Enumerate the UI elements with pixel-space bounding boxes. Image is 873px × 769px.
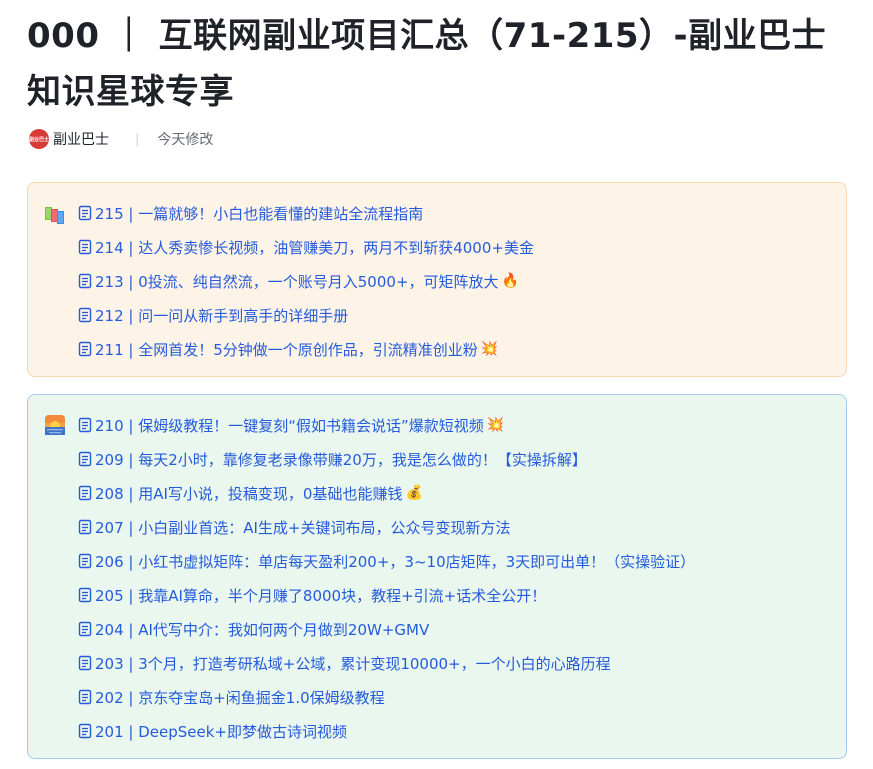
doc-link-item[interactable]: 213 | 0投流、纯自然流，一个账号月入5000+，可矩阵放大 🔥 (78, 264, 836, 298)
doc-link-item[interactable]: 206 | 小红书虚拟矩阵：单店每天盈利200+，3~10店矩阵，3天即可出单！… (78, 544, 836, 578)
doc-link-item[interactable]: 204 | AI代写中介：我如何两个月做到20W+GMV (78, 612, 836, 646)
author-avatar[interactable]: 副业巴士 (29, 129, 49, 149)
document-icon (78, 307, 92, 323)
doc-link-text[interactable]: 213 | 0投流、纯自然流，一个账号月入5000+，可矩阵放大 (95, 271, 499, 292)
doc-link-text[interactable]: 210 | 保姆级教程！一键复刻“假如书籍会说话”爆款短视频 (95, 415, 484, 436)
document-icon (78, 655, 92, 671)
emoji-icon: 💥 (480, 341, 499, 357)
document-icon (78, 239, 92, 255)
doc-link-item[interactable]: 214 | 达人秀卖惨长视频，油管赚美刀，两月不到斩获4000+美金 (78, 230, 836, 264)
document-icon (78, 553, 92, 569)
page-title: 000 ｜ 互联网副业项目汇总（71-215）-副业巴士知识星球专享 (27, 16, 827, 112)
doc-link-item[interactable]: 203 | 3个月，打造考研私域+公域，累计变现10000+，一个小白的心路历程 (78, 646, 836, 680)
doc-link-text[interactable]: 206 | 小红书虚拟矩阵：单店每天盈利200+，3~10店矩阵，3天即可出单！… (95, 551, 695, 572)
doc-link-text[interactable]: 214 | 达人秀卖惨长视频，油管赚美刀，两月不到斩获4000+美金 (95, 237, 534, 258)
doc-link-text[interactable]: 202 | 京东夺宝岛+闲鱼掘金1.0保姆级教程 (95, 687, 385, 708)
emoji-icon: 🔥 (501, 273, 519, 289)
doc-link-text[interactable]: 215 | 一篇就够！小白也能看懂的建站全流程指南 (95, 203, 423, 224)
callout-block-green: 210 | 保姆级教程！一键复刻“假如书籍会说话”爆款短视频 💥 209 | 每天2… (27, 394, 847, 759)
doc-link-text[interactable]: 204 | AI代写中介：我如何两个月做到20W+GMV (95, 619, 429, 640)
sunrise-icon[interactable] (44, 414, 66, 436)
doc-link-text[interactable]: 203 | 3个月，打造考研私域+公域，累计变现10000+，一个小白的心路历程 (95, 653, 611, 674)
doc-meta: 副业巴士 副业巴士 | 今天修改 (29, 127, 213, 151)
doc-link-item[interactable]: 208 | 用AI写小说，投稿变现，0基础也能赚钱 💰 (78, 476, 836, 510)
doc-link-item[interactable]: 215 | 一篇就够！小白也能看懂的建站全流程指南 (78, 196, 836, 230)
callout-block-orange: 215 | 一篇就够！小白也能看懂的建站全流程指南 214 | 达人秀卖惨长视频，… (27, 182, 847, 377)
doc-link-text[interactable]: 212 | 问一问从新手到高手的详细手册 (95, 305, 348, 326)
doc-link-list: 210 | 保姆级教程！一键复刻“假如书籍会说话”爆款短视频 💥 209 | 每天2… (78, 408, 836, 748)
doc-link-text[interactable]: 201 | DeepSeek+即梦做古诗词视频 (95, 721, 347, 742)
doc-link-item[interactable]: 209 | 每天2小时，靠修复老录像带赚20万，我是怎么做的！【实操拆解】 (78, 442, 836, 476)
doc-link-item[interactable]: 207 | 小白副业首选：AI生成+关键词布局，公众号变现新方法 (78, 510, 836, 544)
doc-link-text[interactable]: 205 | 我靠AI算命，半个月赚了8000块，教程+引流+话术全公开！ (95, 585, 546, 606)
modified-time: 今天修改 (157, 132, 214, 148)
emoji-icon: 💥 (486, 417, 505, 433)
document-icon (78, 273, 92, 289)
author-name[interactable]: 副业巴士 (53, 129, 109, 149)
document-icon (78, 723, 92, 739)
document-icon (78, 621, 92, 637)
doc-link-text[interactable]: 209 | 每天2小时，靠修复老录像带赚20万，我是怎么做的！【实操拆解】 (95, 449, 587, 470)
doc-link-text[interactable]: 208 | 用AI写小说，投稿变现，0基础也能赚钱 (95, 483, 402, 504)
document-icon (78, 587, 92, 603)
doc-link-item[interactable]: 210 | 保姆级教程！一键复刻“假如书籍会说话”爆款短视频 💥 (78, 408, 836, 442)
document-icon (78, 417, 92, 433)
doc-link-item[interactable]: 211 | 全网首发！5分钟做一个原创作品，引流精准创业粉 💥 (78, 332, 836, 366)
meta-separator: | (135, 131, 140, 147)
doc-link-text[interactable]: 211 | 全网首发！5分钟做一个原创作品，引流精准创业粉 (95, 339, 478, 360)
books-icon[interactable] (44, 203, 66, 225)
document-icon (78, 689, 92, 705)
doc-link-item[interactable]: 212 | 问一问从新手到高手的详细手册 (78, 298, 836, 332)
emoji-icon: 💰 (405, 485, 423, 501)
doc-link-item[interactable]: 202 | 京东夺宝岛+闲鱼掘金1.0保姆级教程 (78, 680, 836, 714)
doc-link-item[interactable]: 205 | 我靠AI算命，半个月赚了8000块，教程+引流+话术全公开！ (78, 578, 836, 612)
doc-link-list: 215 | 一篇就够！小白也能看懂的建站全流程指南 214 | 达人秀卖惨长视频，… (78, 196, 836, 366)
document-icon (78, 519, 92, 535)
document-icon (78, 485, 92, 501)
document-icon (78, 205, 92, 221)
document-icon (78, 451, 92, 467)
doc-link-item[interactable]: 201 | DeepSeek+即梦做古诗词视频 (78, 714, 836, 748)
doc-link-text[interactable]: 207 | 小白副业首选：AI生成+关键词布局，公众号变现新方法 (95, 517, 510, 538)
document-icon (78, 341, 92, 357)
